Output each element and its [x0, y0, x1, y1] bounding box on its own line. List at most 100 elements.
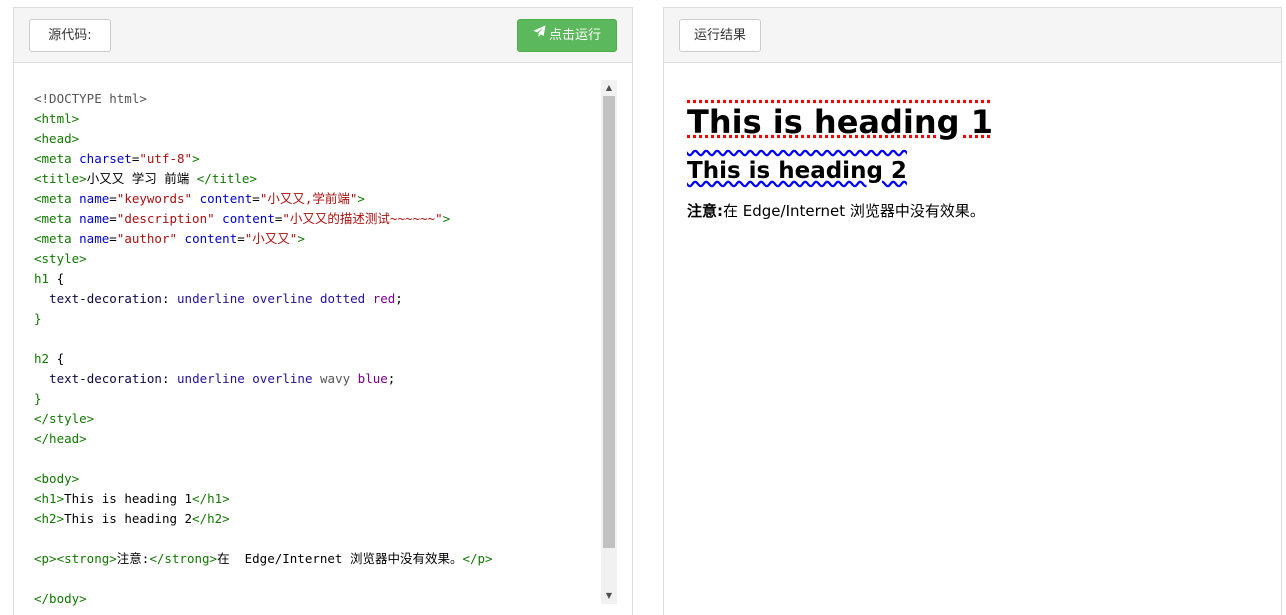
source-panel-header: 源代码: 点击运行: [14, 8, 632, 63]
code-token: <html>: [34, 111, 80, 126]
code-line: text-decoration: underline overline dott…: [34, 289, 493, 309]
code-line: </head>: [34, 429, 493, 449]
code-line: }: [34, 309, 493, 329]
code-token: overline: [252, 371, 313, 386]
code-token: </h2>: [192, 511, 230, 526]
paper-plane-icon: [533, 19, 546, 50]
code-token: name: [79, 191, 110, 206]
triangle-up-icon[interactable]: ▲: [601, 80, 617, 96]
code-token: "小又又的描述测试~~~~~~": [282, 211, 443, 226]
code-token: <head>: [34, 131, 80, 146]
code-token: {: [49, 271, 65, 286]
code-token: <title>: [34, 171, 87, 186]
code-line: <h2>This is heading 2</h2>: [34, 509, 493, 529]
code-scrollbar[interactable]: ▲ ▼: [601, 80, 617, 604]
code-token: content: [222, 211, 275, 226]
code-token: red: [372, 291, 396, 306]
result-note-text: 在 Edge/Internet 浏览器中没有效果。: [723, 202, 985, 220]
code-line: <p><strong>注意:</strong>在 Edge/Internet 浏…: [34, 549, 493, 569]
code-token: </strong>: [149, 551, 218, 566]
code-line: </style>: [34, 409, 493, 429]
result-heading-1: This is heading 1: [687, 103, 993, 141]
result-note-strong: 注意:: [687, 202, 723, 220]
code-token: <p><strong>: [34, 551, 117, 566]
code-line: }: [34, 389, 493, 409]
code-line: <!DOCTYPE html>: [34, 89, 493, 109]
code-token: =: [237, 231, 245, 246]
code-token: h1: [34, 271, 50, 286]
code-token: </h1>: [192, 491, 230, 506]
code-token: =: [109, 211, 117, 226]
code-token: content: [199, 191, 253, 206]
code-token: "小又又,学前端": [259, 191, 358, 206]
code-token: blue: [357, 371, 388, 386]
source-code-label-button[interactable]: 源代码:: [29, 19, 111, 52]
code-token: "description": [116, 211, 215, 226]
triangle-down-icon[interactable]: ▼: [601, 588, 617, 604]
code-token: </style>: [34, 411, 95, 426]
code-token: <!DOCTYPE html>: [34, 91, 147, 106]
code-token: name: [79, 231, 110, 246]
run-button[interactable]: 点击运行: [517, 19, 617, 52]
code-token: 注意:: [116, 551, 150, 566]
code-token: "utf-8": [139, 151, 193, 166]
code-token: >: [442, 211, 451, 226]
code-token: underline: [177, 371, 245, 386]
code-token: <style>: [34, 251, 87, 266]
code-token: }: [34, 311, 42, 326]
code-token: name: [79, 211, 110, 226]
code-line: <meta charset="utf-8">: [34, 149, 493, 169]
code-token: >: [357, 191, 365, 206]
code-token: {: [49, 351, 65, 366]
code-line: text-decoration: underline overline wavy…: [34, 369, 493, 389]
code-token: <h2>: [34, 511, 65, 526]
code-editor[interactable]: <!DOCTYPE html> <html> <head> <meta charset…: [29, 80, 619, 612]
code-token: <meta: [34, 191, 80, 206]
code-token: =: [109, 191, 117, 206]
code-line: <head>: [34, 129, 493, 149]
result-heading-2: This is heading 2: [687, 158, 907, 184]
code-line: <h1>This is heading 1</h1>: [34, 489, 493, 509]
code-token: "author": [116, 231, 178, 246]
code-token: dotted: [320, 291, 366, 306]
code-line: <meta name="keywords" content="小又又,学前端">: [34, 189, 493, 209]
code-token: </body>: [34, 591, 87, 606]
code-line: <title>小又又 学习 前端 </title>: [34, 169, 493, 189]
run-button-label: 点击运行: [548, 28, 601, 43]
code-token: =: [109, 231, 117, 246]
code-line: h1 {: [34, 269, 493, 289]
code-token: <h1>: [34, 491, 65, 506]
result-label-button[interactable]: 运行结果: [679, 19, 761, 52]
code-token: content: [184, 231, 238, 246]
code-token: text-decoration: [49, 291, 162, 306]
code-token: >: [297, 231, 305, 246]
code-token: "keywords": [116, 191, 193, 206]
source-code-panel: 源代码: 点击运行 <!DOCTYPE html> <html> <head> <me…: [13, 7, 633, 615]
code-token: underline: [177, 291, 245, 306]
code-token: charset: [79, 151, 132, 166]
code-token: This is heading 1: [64, 491, 193, 506]
code-token: ;: [387, 371, 396, 386]
code-token: overline: [252, 291, 313, 306]
code-token: 小又又 学习 前端: [86, 171, 197, 186]
code-line: <style>: [34, 249, 493, 269]
code-token: </p>: [462, 551, 493, 566]
code-line: <meta name="description" content="小又又的描述…: [34, 209, 493, 229]
code-token: >: [192, 151, 200, 166]
code-line: h2 {: [34, 349, 493, 369]
code-lines: <!DOCTYPE html> <html> <head> <meta charset…: [34, 89, 493, 609]
code-token: text-decoration: [49, 371, 162, 386]
code-token: This is heading 2: [64, 511, 193, 526]
scroll-thumb[interactable]: [603, 96, 615, 548]
result-panel: 运行结果 This is heading 1 This is heading 2…: [663, 7, 1282, 615]
code-token: :: [161, 291, 178, 306]
code-token: ;: [395, 291, 403, 306]
